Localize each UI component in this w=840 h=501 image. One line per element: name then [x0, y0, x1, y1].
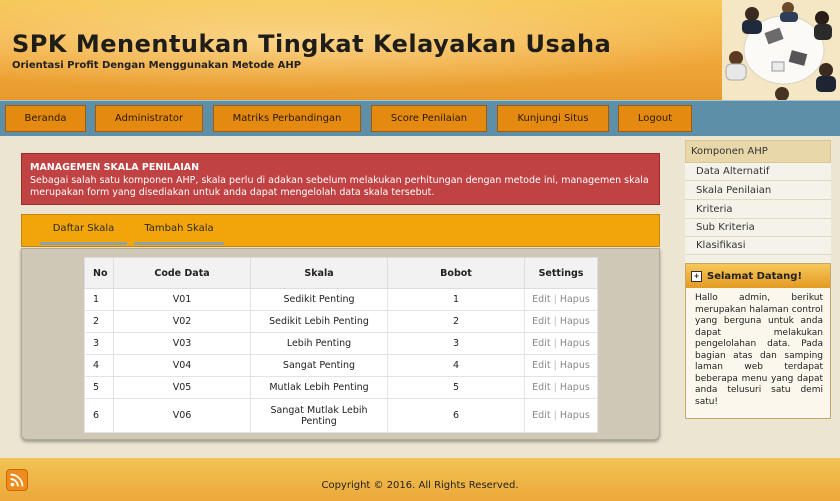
cell-skala: Mutlak Lebih Penting — [250, 376, 388, 399]
cell-skala: Sangat Mutlak Lebih Penting — [250, 398, 388, 433]
cell-no: 1 — [84, 288, 114, 311]
cell-no: 3 — [84, 332, 114, 355]
cell-bobot: 6 — [387, 398, 525, 433]
header-code-data: Code Data — [113, 257, 251, 289]
cell-code: V01 — [113, 288, 251, 311]
site-subtitle: Orientasi Profit Dengan Menggunakan Meto… — [12, 60, 302, 71]
sidebar-item-kriteria[interactable]: Kriteria — [685, 201, 831, 219]
cell-bobot: 4 — [387, 354, 525, 377]
cell-no: 6 — [84, 398, 114, 433]
cell-code: V03 — [113, 332, 251, 355]
delete-link[interactable]: Hapus — [560, 338, 590, 349]
table-header-row: No Code Data Skala Bobot Settings — [84, 257, 598, 289]
main-nav: Beranda Administrator Matriks Perbanding… — [0, 100, 840, 136]
nav-score-penilaian-button[interactable]: Score Penilaian — [371, 105, 487, 132]
nav-beranda-button[interactable]: Beranda — [5, 105, 86, 132]
skala-table: No Code Data Skala Bobot Settings 1 V01 … — [84, 257, 598, 433]
tab-daftar-skala[interactable]: Daftar Skala — [40, 215, 127, 245]
delete-link[interactable]: Hapus — [560, 316, 590, 327]
cell-no: 5 — [84, 376, 114, 399]
cell-code: V04 — [113, 354, 251, 377]
delete-link[interactable]: Hapus — [560, 360, 590, 371]
link-separator: | — [553, 410, 557, 421]
edit-link[interactable]: Edit — [532, 294, 550, 305]
cell-code: V06 — [113, 398, 251, 433]
welcome-box: + Selamat Datang! Hallo admin, berikut m… — [685, 263, 831, 419]
cell-settings: Edit | Hapus — [524, 332, 598, 355]
welcome-title: Selamat Datang! — [707, 270, 803, 282]
sidebar-item-data-alternatif[interactable]: Data Alternatif — [685, 163, 831, 181]
header-bobot: Bobot — [387, 257, 525, 289]
nav-matriks-perbandingan-button[interactable]: Matriks Perbandingan — [213, 105, 361, 132]
site-footer: Copyright © 2016. All Rights Reserved. — [0, 458, 840, 501]
sidebar-heading: Komponen AHP — [685, 140, 831, 163]
cell-skala: Sedikit Lebih Penting — [250, 310, 388, 333]
edit-link[interactable]: Edit — [532, 360, 550, 371]
edit-link[interactable]: Edit — [532, 410, 550, 421]
header-settings: Settings — [524, 257, 598, 289]
table-row: 2 V02 Sedikit Lebih Penting 2 Edit | Hap… — [84, 310, 598, 333]
sidebar-item-skala-penilaian[interactable]: Skala Penilaian — [685, 182, 831, 200]
cell-bobot: 1 — [387, 288, 525, 311]
link-separator: | — [553, 382, 557, 393]
cell-skala: Lebih Penting — [250, 332, 388, 355]
alert-text: Sebagai salah satu komponen AHP, skala p… — [30, 175, 649, 198]
cell-bobot: 3 — [387, 332, 525, 355]
sidebar-item-sub-kriteria[interactable]: Sub Kriteria — [685, 219, 831, 237]
people-at-table-image — [722, 0, 840, 100]
cell-settings: Edit | Hapus — [524, 398, 598, 433]
skala-panel: No Code Data Skala Bobot Settings 1 V01 … — [21, 248, 660, 440]
table-row: 6 V06 Sangat Mutlak Lebih Penting 6 Edit… — [84, 398, 598, 433]
sidebar-menu: Komponen AHP Data Alternatif Skala Penil… — [685, 140, 831, 265]
alert-title: MANAGEMEN SKALA PENILAIAN — [30, 162, 200, 173]
cell-code: V05 — [113, 376, 251, 399]
delete-link[interactable]: Hapus — [560, 410, 590, 421]
edit-link[interactable]: Edit — [532, 382, 550, 393]
cell-settings: Edit | Hapus — [524, 288, 598, 311]
site-header: SPK Menentukan Tingkat Kelayakan Usaha O… — [0, 0, 840, 100]
delete-link[interactable]: Hapus — [560, 382, 590, 393]
header-skala: Skala — [250, 257, 388, 289]
nav-logout-button[interactable]: Logout — [618, 105, 692, 132]
welcome-text: Hallo admin, berikut merupakan halaman c… — [695, 293, 823, 407]
sidebar-item-klasifikasi[interactable]: Klasifikasi — [685, 237, 831, 255]
link-separator: | — [553, 338, 557, 349]
table-row: 5 V05 Mutlak Lebih Penting 5 Edit | Hapu… — [84, 376, 598, 399]
cell-skala: Sangat Penting — [250, 354, 388, 377]
cell-code: V02 — [113, 310, 251, 333]
delete-link[interactable]: Hapus — [560, 294, 590, 305]
header-no: No — [84, 257, 114, 289]
expand-icon[interactable]: + — [691, 270, 702, 282]
link-separator: | — [553, 294, 557, 305]
cell-bobot: 5 — [387, 376, 525, 399]
cell-no: 4 — [84, 354, 114, 377]
link-separator: | — [553, 360, 557, 371]
tab-tambah-skala[interactable]: Tambah Skala — [134, 215, 224, 245]
copyright-text: Copyright © 2016. All Rights Reserved. — [321, 480, 519, 491]
nav-kunjungi-situs-button[interactable]: Kunjungi Situs — [497, 105, 609, 132]
info-alert: MANAGEMEN SKALA PENILAIAN Sebagai salah … — [21, 153, 660, 205]
cell-bobot: 2 — [387, 310, 525, 333]
edit-link[interactable]: Edit — [532, 338, 550, 349]
nav-administrator-button[interactable]: Administrator — [95, 105, 203, 132]
site-title: SPK Menentukan Tingkat Kelayakan Usaha — [12, 30, 612, 58]
table-row: 3 V03 Lebih Penting 3 Edit | Hapus — [84, 332, 598, 355]
welcome-header: + Selamat Datang! — [686, 264, 830, 288]
cell-settings: Edit | Hapus — [524, 376, 598, 399]
table-row: 1 V01 Sedikit Penting 1 Edit | Hapus — [84, 288, 598, 311]
cell-skala: Sedikit Penting — [250, 288, 388, 311]
edit-link[interactable]: Edit — [532, 316, 550, 327]
table-row: 4 V04 Sangat Penting 4 Edit | Hapus — [84, 354, 598, 377]
tab-bar: Daftar Skala Tambah Skala — [21, 214, 660, 247]
cell-settings: Edit | Hapus — [524, 354, 598, 377]
cell-settings: Edit | Hapus — [524, 310, 598, 333]
cell-no: 2 — [84, 310, 114, 333]
link-separator: | — [553, 316, 557, 327]
